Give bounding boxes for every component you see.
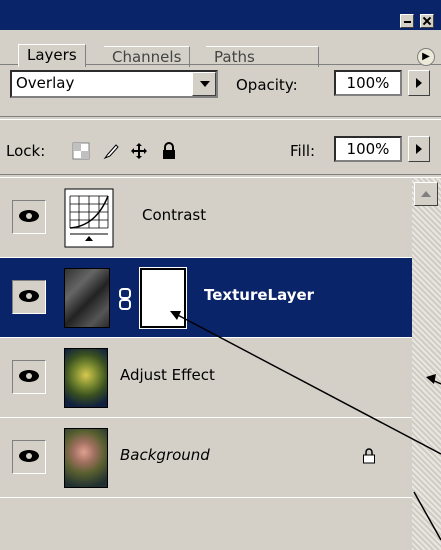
lock-paint-icon[interactable] xyxy=(102,142,120,160)
fill-input[interactable]: 100% xyxy=(334,136,402,162)
blend-mode-select[interactable]: Overlay xyxy=(10,70,218,98)
layer-adjust-effect[interactable]: Adjust Effect xyxy=(0,338,412,418)
lock-label: Lock: xyxy=(6,142,46,160)
tab-layers[interactable]: Layers xyxy=(18,44,86,67)
blend-row: Overlay Opacity: 100% xyxy=(0,64,441,104)
chain-link-icon[interactable] xyxy=(118,288,132,310)
image-thumbnail xyxy=(64,428,108,488)
lock-transparency-icon[interactable] xyxy=(72,142,90,160)
panel-title-bar xyxy=(0,0,441,30)
layers-list: Contrast TextureLayer Adjust Effect Back… xyxy=(0,178,412,550)
layer-name: Contrast xyxy=(142,206,207,224)
layer-name: Background xyxy=(120,446,210,464)
lock-move-icon[interactable] xyxy=(130,142,148,160)
visibility-toggle[interactable] xyxy=(12,360,46,394)
visibility-toggle[interactable] xyxy=(12,280,46,314)
image-thumbnail xyxy=(64,348,108,408)
blend-mode-value: Overlay xyxy=(16,74,75,92)
layer-background[interactable]: Background xyxy=(0,418,412,498)
panel-tabs: Layers Channels Paths ▶ xyxy=(0,30,441,67)
layer-texturelayer[interactable]: TextureLayer xyxy=(0,258,412,338)
opacity-label: Opacity: xyxy=(236,76,298,94)
layer-name: Adjust Effect xyxy=(120,366,215,384)
eye-icon xyxy=(19,210,39,222)
eye-icon xyxy=(19,370,39,382)
visibility-toggle[interactable] xyxy=(12,200,46,234)
lock-icon xyxy=(363,448,375,464)
eye-icon xyxy=(19,450,39,462)
curves-adjustment-icon xyxy=(64,188,114,248)
opacity-input[interactable]: 100% xyxy=(334,70,402,96)
layers-scrollbar[interactable] xyxy=(412,178,441,550)
chevron-down-icon[interactable] xyxy=(192,72,216,96)
layer-mask-thumbnail[interactable] xyxy=(139,267,187,329)
scroll-up-button[interactable] xyxy=(414,182,438,206)
close-button[interactable] xyxy=(420,14,434,28)
fill-label: Fill: xyxy=(290,142,316,160)
eye-icon xyxy=(19,290,39,302)
minimize-button[interactable] xyxy=(400,14,414,28)
visibility-toggle[interactable] xyxy=(12,440,46,474)
opacity-slider-button[interactable] xyxy=(408,70,430,96)
fill-slider-button[interactable] xyxy=(408,136,430,162)
divider xyxy=(0,116,441,120)
layer-contrast[interactable]: Contrast xyxy=(0,178,412,258)
texture-thumbnail xyxy=(64,268,110,328)
lock-all-icon[interactable] xyxy=(160,142,178,160)
layer-name: TextureLayer xyxy=(204,286,315,304)
